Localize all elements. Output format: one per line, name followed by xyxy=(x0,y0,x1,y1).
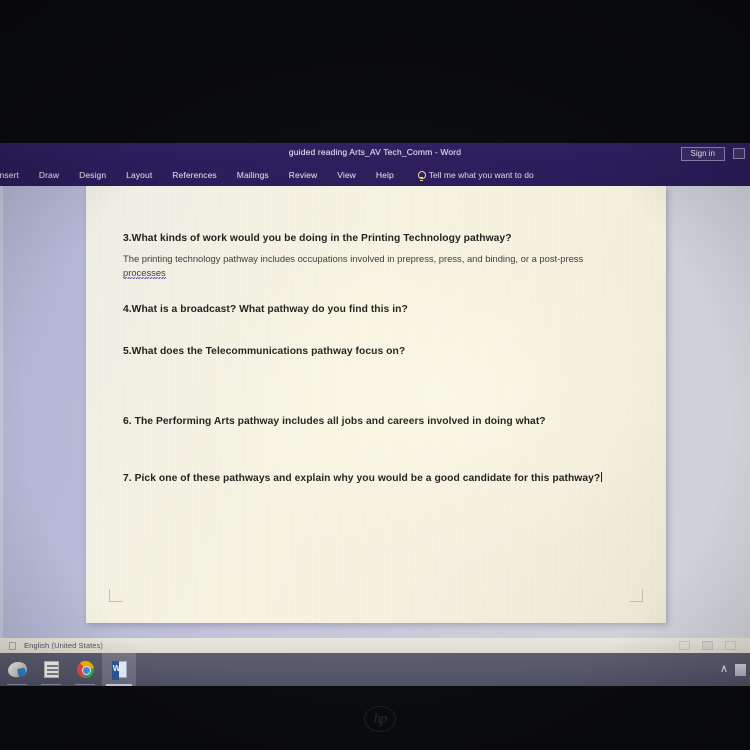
tab-draw[interactable]: Draw xyxy=(29,170,69,180)
proofing-errors-icon[interactable] xyxy=(9,641,16,650)
question-7: 7. Pick one of these pathways and explai… xyxy=(123,472,628,485)
taskbar-items xyxy=(0,653,136,686)
document-canvas: 3.What kinds of work would you be doing … xyxy=(0,186,750,666)
document-body[interactable]: 3.What kinds of work would you be doing … xyxy=(123,232,628,485)
tab-design[interactable]: Design xyxy=(69,170,116,180)
tab-help[interactable]: Help xyxy=(366,170,404,180)
question-4: 4.What is a broadcast? What pathway do y… xyxy=(123,304,408,315)
tell-me-label: Tell me what you want to do xyxy=(428,170,534,180)
taskbar-item-chrome[interactable] xyxy=(68,653,102,686)
tab-insert[interactable]: Insert xyxy=(0,170,29,180)
taskbar-item-paint-3d[interactable] xyxy=(0,653,34,686)
text-cursor xyxy=(601,472,603,482)
taskbar-item-sticky-notes[interactable] xyxy=(34,653,68,686)
hp-logo: hp xyxy=(364,706,396,732)
sign-in-button[interactable]: Sign in xyxy=(680,147,725,161)
tray-icon[interactable] xyxy=(735,663,746,676)
window-title: guided reading Arts_AV Tech_Comm - Word xyxy=(288,147,462,157)
language-indicator[interactable]: English (United States) xyxy=(24,641,103,650)
print-layout-icon[interactable] xyxy=(702,641,713,650)
show-hidden-icons-chevron[interactable]: ∧ xyxy=(720,664,728,675)
document-page[interactable]: 3.What kinds of work would you be doing … xyxy=(86,186,666,623)
question-3-answer: The printing technology pathway includes… xyxy=(123,252,628,279)
word-status-bar: English (United States) xyxy=(0,638,750,653)
tab-view[interactable]: View xyxy=(327,170,366,180)
question-6: 6. The Performing Arts pathway includes … xyxy=(123,416,546,427)
tab-references[interactable]: References xyxy=(162,170,226,180)
misspelled-word[interactable]: processes xyxy=(123,267,166,278)
restore-window-icon[interactable] xyxy=(733,148,745,159)
answer-text: The printing technology pathway includes… xyxy=(123,253,584,264)
question-3: 3.What kinds of work would you be doing … xyxy=(123,233,512,244)
paint-3d-icon xyxy=(6,660,28,679)
photographed-laptop-screen: hp guided reading Arts_AV Tech_Comm - Wo… xyxy=(0,0,750,750)
question-5: 5.What does the Telecommunications pathw… xyxy=(123,346,406,357)
tell-me-search-box[interactable]: Tell me what you want to do xyxy=(418,170,534,181)
lightbulb-icon xyxy=(418,170,427,181)
question-7-text: 7. Pick one of these pathways and explai… xyxy=(123,473,601,484)
web-layout-icon[interactable] xyxy=(725,641,736,650)
ribbon-tab-bar: Insert Draw Design Layout References Mai… xyxy=(0,164,750,186)
tab-review[interactable]: Review xyxy=(279,170,327,180)
margin-corner-bottom-right xyxy=(630,589,643,602)
laptop-screen: guided reading Arts_AV Tech_Comm - Word … xyxy=(0,143,750,686)
google-chrome-icon xyxy=(76,661,94,678)
microsoft-word-icon xyxy=(111,661,127,680)
windows-taskbar: ∧ xyxy=(0,653,750,686)
read-mode-icon[interactable] xyxy=(679,641,690,650)
taskbar-item-word[interactable] xyxy=(102,653,136,686)
word-title-bar: guided reading Arts_AV Tech_Comm - Word … xyxy=(0,143,750,164)
view-mode-group xyxy=(679,641,736,650)
margin-corner-bottom-left xyxy=(109,589,122,602)
sticky-notes-icon xyxy=(43,661,59,678)
tab-layout[interactable]: Layout xyxy=(116,170,162,180)
system-tray: ∧ xyxy=(720,653,746,686)
tab-mailings[interactable]: Mailings xyxy=(227,170,279,180)
